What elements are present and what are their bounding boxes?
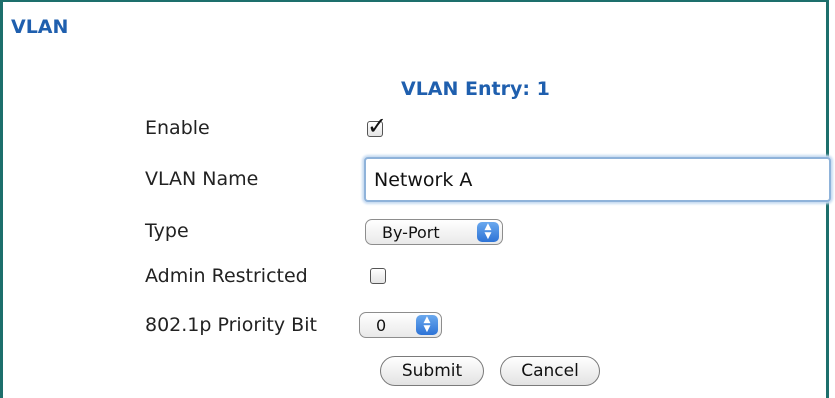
vlan-name-input[interactable]	[364, 157, 831, 202]
admin-restricted-label: Admin Restricted	[145, 265, 308, 287]
vlan-panel: VLAN VLAN Entry: 1 Enable ✓ VLAN Name Ty…	[0, 0, 831, 398]
type-select[interactable]: By-Port ▲ ▼	[365, 219, 503, 245]
section-title: VLAN	[11, 16, 69, 38]
vlan-name-label: VLAN Name	[145, 168, 259, 190]
type-label: Type	[145, 220, 189, 242]
priority-bit-label: 802.1p Priority Bit	[145, 314, 317, 336]
priority-bit-select-value: 0	[376, 315, 387, 335]
up-down-arrows-icon: ▲ ▼	[416, 315, 438, 335]
admin-restricted-checkbox[interactable]	[370, 268, 386, 284]
priority-bit-select[interactable]: 0 ▲ ▼	[359, 312, 442, 338]
checkmark-icon: ✓	[367, 112, 388, 140]
enable-checkbox[interactable]: ✓	[367, 114, 387, 138]
cancel-button[interactable]: Cancel	[500, 356, 600, 386]
submit-button[interactable]: Submit	[380, 356, 484, 386]
up-down-arrows-icon: ▲ ▼	[477, 222, 499, 242]
type-select-value: By-Port	[382, 222, 440, 242]
enable-label: Enable	[145, 117, 210, 139]
vlan-entry-title: VLAN Entry: 1	[401, 78, 550, 100]
